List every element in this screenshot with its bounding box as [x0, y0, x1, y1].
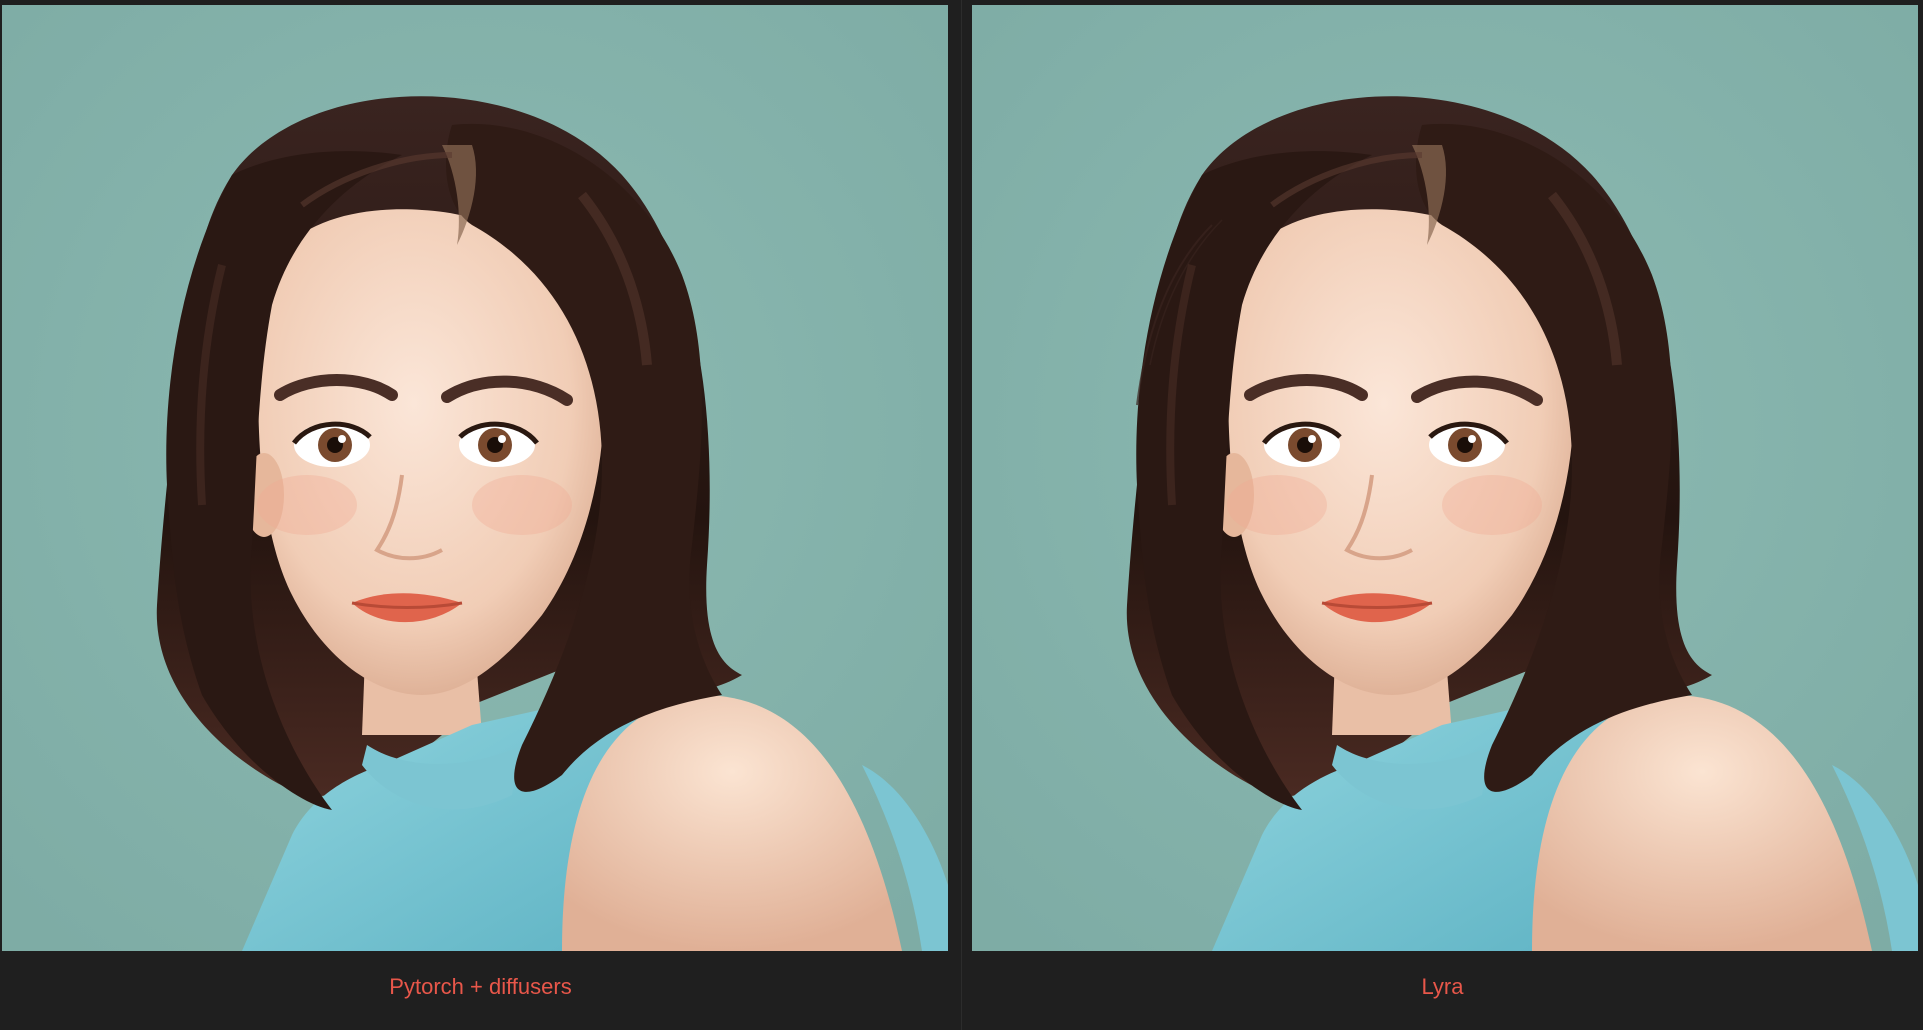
generated-portrait-left — [2, 5, 948, 951]
generated-portrait-right — [972, 5, 1918, 951]
right-comparison-panel: Lyra — [962, 0, 1923, 1030]
caption-right: Lyra — [1421, 974, 1464, 999]
portrait-illustration-left — [2, 5, 948, 951]
portrait-illustration-right — [972, 5, 1918, 951]
comparison-page: Pytorch + diffusers Lyra — [0, 0, 1923, 1030]
caption-left: Pytorch + diffusers — [389, 974, 572, 999]
left-comparison-panel: Pytorch + diffusers — [0, 0, 961, 1030]
